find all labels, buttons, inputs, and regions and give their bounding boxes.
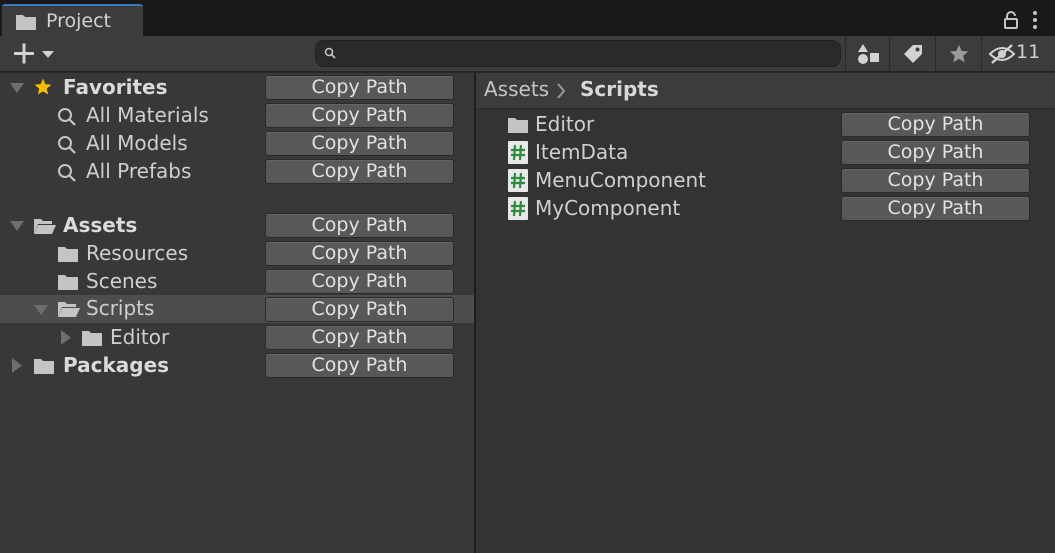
create-button[interactable] (6, 39, 62, 69)
search-icon (58, 136, 76, 154)
hidden-packages-toggle[interactable]: 11 (981, 36, 1055, 72)
folder-open-icon (34, 219, 56, 234)
save-search-button[interactable] (935, 36, 981, 72)
tree-item-label: Resources (86, 241, 189, 265)
copy-path-button[interactable]: Copy Path (265, 159, 454, 184)
copy-path-button[interactable]: Copy Path (841, 196, 1030, 221)
file-item-mycomponent[interactable]: MyComponent Copy Path (476, 195, 1055, 223)
copy-path-button[interactable]: Copy Path (265, 213, 454, 238)
breadcrumb: Assets Scripts (476, 73, 1055, 109)
project-toolbar: 11 (0, 36, 1055, 72)
copy-path-button[interactable]: Copy Path (265, 325, 454, 350)
search-input[interactable] (342, 43, 832, 64)
collapsed-arrow-icon[interactable] (11, 358, 23, 373)
copy-path-button[interactable]: Copy Path (265, 269, 454, 294)
expanded-arrow-icon[interactable] (34, 304, 48, 316)
file-item-itemdata[interactable]: ItemData Copy Path (476, 139, 1055, 167)
file-item-label: MyComponent (535, 196, 681, 220)
star-icon (949, 44, 969, 63)
csharp-script-icon (508, 197, 528, 220)
tree-item-label: All Materials (86, 103, 209, 127)
tree-item-label: Packages (63, 353, 170, 377)
copy-path-button[interactable]: Copy Path (265, 75, 454, 100)
star-icon (34, 78, 52, 95)
collapsed-arrow-icon[interactable] (60, 330, 72, 345)
hidden-packages-count: 11 (1016, 41, 1041, 63)
tree-item-label: All Models (86, 131, 188, 155)
search-by-type-button[interactable] (845, 36, 889, 72)
search-icon (324, 47, 336, 59)
project-tab[interactable]: Project (2, 4, 143, 36)
folder-icon (34, 359, 54, 374)
copy-path-button[interactable]: Copy Path (841, 140, 1030, 165)
tree-item-label: Favorites (63, 75, 168, 99)
expanded-arrow-icon[interactable] (10, 220, 24, 232)
copy-path-button[interactable]: Copy Path (841, 112, 1030, 137)
csharp-script-icon (508, 141, 528, 164)
file-item-label: MenuComponent (535, 168, 707, 192)
file-item-menucomponent[interactable]: MenuComponent Copy Path (476, 167, 1055, 195)
more-options-icon[interactable] (1031, 10, 1039, 30)
folder-icon (16, 15, 36, 30)
tag-icon (904, 45, 922, 63)
plus-icon (14, 43, 54, 64)
folder-icon (508, 118, 528, 133)
copy-path-button[interactable]: Copy Path (841, 168, 1030, 193)
copy-path-button[interactable]: Copy Path (265, 131, 454, 156)
chevron-right-icon (557, 83, 566, 99)
tree-item-label: Scripts (86, 296, 155, 320)
copy-path-button[interactable]: Copy Path (265, 353, 454, 378)
tab-title: Project (46, 10, 112, 32)
tree-item-label: All Prefabs (86, 159, 192, 183)
expanded-arrow-icon[interactable] (10, 82, 24, 94)
folder-icon (58, 275, 78, 290)
folder-icon (82, 331, 102, 346)
file-item-label: Editor (535, 112, 595, 136)
tree-item-label: Editor (110, 325, 170, 349)
tab-menu (995, 4, 1055, 36)
search-field[interactable] (315, 40, 841, 67)
folder-contents-panel: Assets Scripts Editor Copy Path ItemData… (476, 73, 1055, 553)
file-item-editor[interactable]: Editor Copy Path (476, 111, 1055, 139)
lock-icon[interactable] (1003, 10, 1019, 30)
window-tab-bar: Project (0, 0, 1055, 36)
copy-path-button[interactable]: Copy Path (265, 241, 454, 266)
folder-icon (58, 247, 78, 262)
csharp-script-icon (508, 169, 528, 192)
search-icon (58, 108, 76, 126)
search-icon (58, 164, 76, 182)
breadcrumb-scripts[interactable]: Scripts (580, 77, 659, 101)
tree-item-label: Scenes (86, 269, 158, 293)
eye-hidden-icon (988, 44, 1016, 64)
breadcrumb-assets[interactable]: Assets (484, 77, 549, 101)
copy-path-button[interactable]: Copy Path (265, 103, 454, 128)
folder-tree-panel: Favorites Copy Path All Materials Copy P… (0, 73, 474, 553)
copy-path-button[interactable]: Copy Path (265, 297, 454, 322)
search-by-label-button[interactable] (889, 36, 935, 72)
tree-item-label: Assets (63, 213, 138, 237)
type-filter-icon (858, 44, 879, 64)
file-item-label: ItemData (535, 140, 629, 164)
folder-open-icon (58, 302, 80, 317)
